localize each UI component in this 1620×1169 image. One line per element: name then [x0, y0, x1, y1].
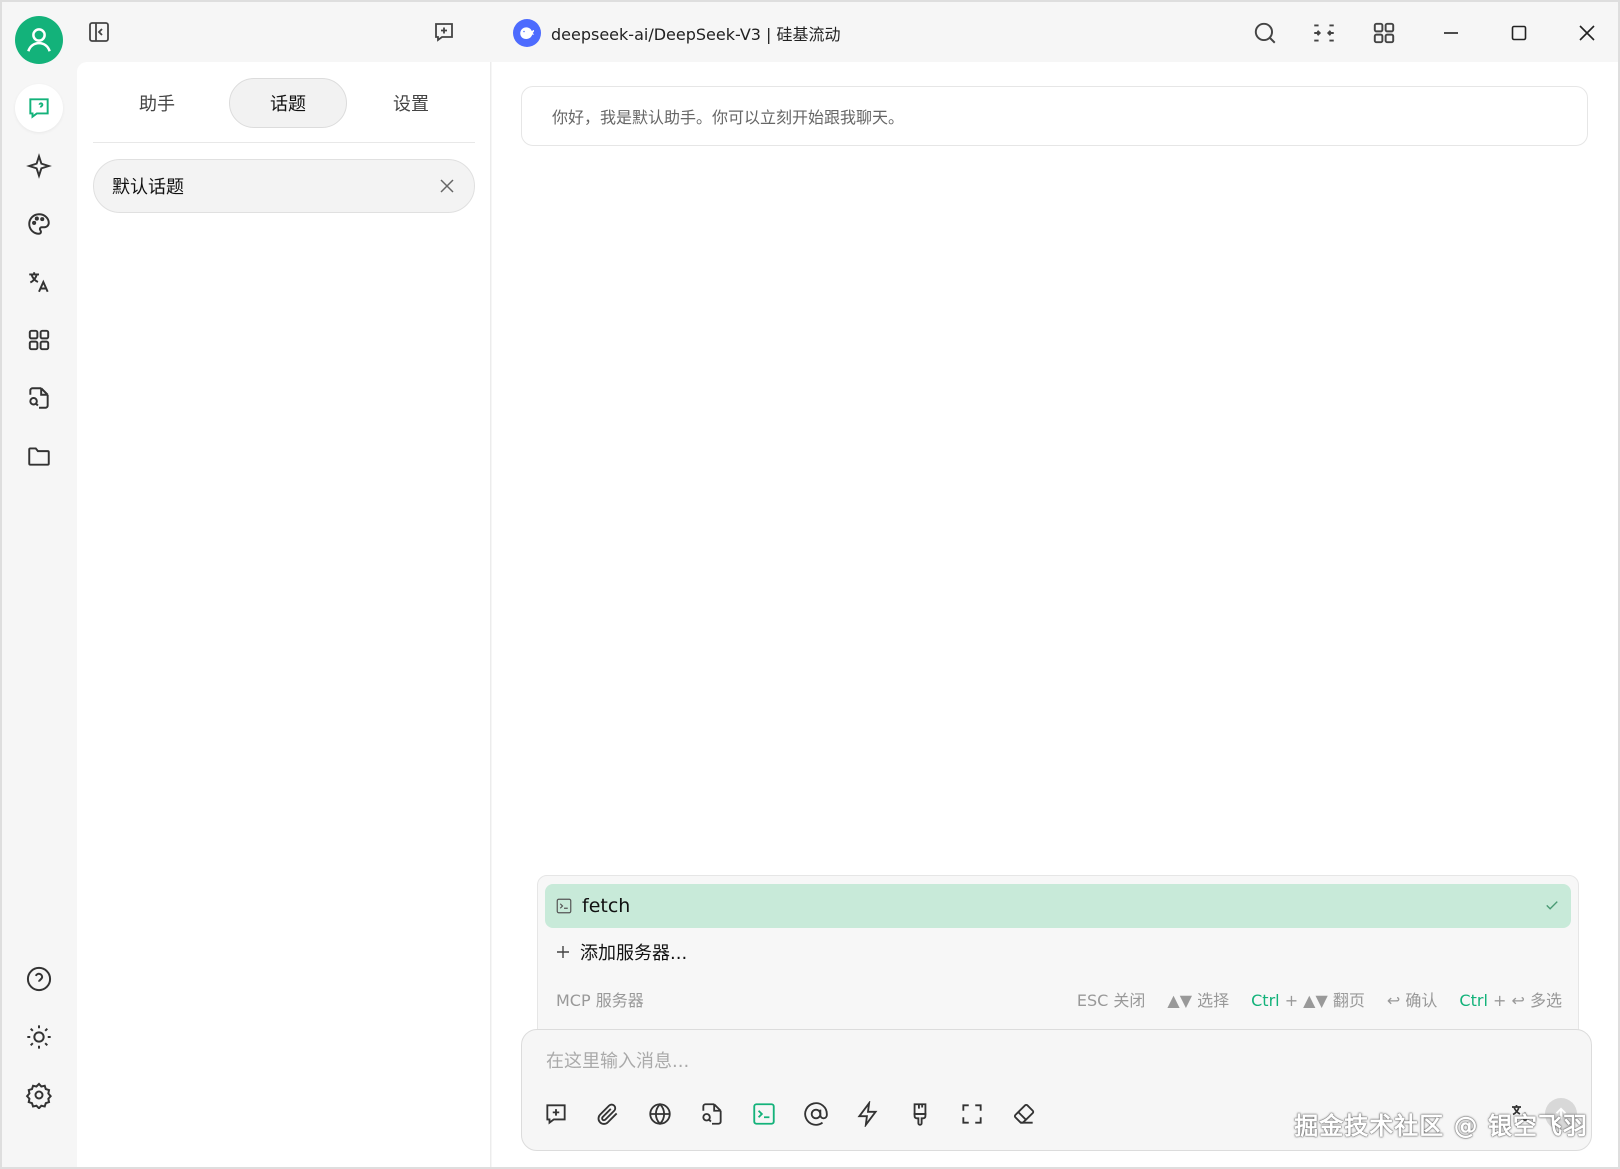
delete-topic-button[interactable]: [434, 173, 460, 199]
mcp-tool[interactable]: [746, 1096, 782, 1132]
minimize-icon: [1444, 32, 1458, 34]
globe-icon: [649, 1102, 671, 1126]
clear-messages-tool[interactable]: [1006, 1096, 1042, 1132]
app-window: deepseek-ai/DeepSeek-V3 | 硅基流动 助手 话题 设置 …: [0, 0, 1620, 1169]
quick-phrases-tool[interactable]: [850, 1096, 886, 1132]
expand-icon: [962, 1104, 982, 1124]
at-sign-icon: [804, 1102, 828, 1126]
expand-width-icon: [1314, 24, 1334, 42]
close-icon: [440, 179, 454, 193]
fullscreen-tool[interactable]: [954, 1096, 990, 1132]
title-bar: deepseek-ai/DeepSeek-V3 | 硅基流动: [2, 2, 1618, 64]
nav-paint[interactable]: [15, 200, 63, 248]
toggle-sidebar-button[interactable]: [82, 15, 116, 49]
user-icon: [27, 28, 51, 52]
mcp-popup-title: MCP 服务器: [556, 991, 644, 1010]
apps-grid-icon: [28, 329, 50, 351]
mcp-server-item[interactable]: fetch: [545, 884, 1571, 928]
nav-files[interactable]: [15, 432, 63, 480]
chat-icon: [29, 98, 49, 119]
tab-settings[interactable]: 设置: [357, 78, 465, 128]
translate-icon: [29, 272, 49, 293]
topics-panel: 助手 话题 设置 默认话题: [77, 62, 491, 1167]
sun-icon: [27, 1025, 51, 1049]
new-chat-icon: [435, 23, 453, 42]
file-search-icon: [29, 387, 49, 409]
hint-page: Ctrl + ▲▼ 翻页: [1251, 991, 1365, 1010]
folder-icon: [28, 447, 50, 466]
topic-label: 默认话题: [112, 177, 184, 198]
nav-mini-apps[interactable]: [15, 316, 63, 364]
web-search-tool[interactable]: [642, 1096, 678, 1132]
sidebar-collapse-icon: [89, 22, 109, 42]
palette-icon: [28, 213, 50, 235]
mcp-server-name: fetch: [582, 895, 631, 917]
deepseek-logo-icon: [513, 19, 541, 47]
hint-confirm: ↩ 确认: [1386, 991, 1438, 1010]
gear-icon: [25, 1082, 52, 1109]
model-title-text: deepseek-ai/DeepSeek-V3 | 硅基流动: [551, 25, 841, 44]
nav-rail: [2, 62, 76, 1167]
lightning-icon: [857, 1101, 878, 1127]
nav-settings[interactable]: [15, 1071, 63, 1119]
hint-multi-select: Ctrl + ↩ 多选: [1459, 991, 1562, 1010]
terminal-icon: [753, 1103, 775, 1125]
new-topic-button[interactable]: [427, 15, 461, 49]
hint-close: ESC 关闭: [1076, 991, 1146, 1010]
topic-item[interactable]: 默认话题: [93, 159, 475, 213]
attach-tool[interactable]: [590, 1096, 626, 1132]
mcp-popup-footer: MCP 服务器 ESC 关闭 ▲▼ 选择 Ctrl + ▲▼ 翻页 ↩ 确认 C…: [556, 982, 1562, 1016]
terminal-icon: [556, 898, 572, 914]
help-icon: [26, 966, 52, 992]
nav-knowledge[interactable]: [15, 374, 63, 422]
knowledge-tool[interactable]: [694, 1096, 730, 1132]
nav-chat[interactable]: [15, 84, 63, 132]
new-topic-tool[interactable]: [538, 1096, 574, 1132]
add-server-label: 添加服务器...: [580, 943, 688, 964]
add-server-button[interactable]: 添加服务器...: [555, 934, 687, 970]
paintbrush-icon: [913, 1103, 927, 1126]
tab-assistants[interactable]: 助手: [103, 78, 211, 128]
nav-help[interactable]: [15, 955, 63, 1003]
welcome-message: 你好，我是默认助手。你可以立刻开始跟我聊天。: [521, 86, 1588, 146]
panel-tabs: 助手 话题 设置: [93, 78, 475, 128]
chat-area: 你好，我是默认助手。你可以立刻开始跟我聊天。 fetch 添加服务器... MC…: [492, 62, 1618, 1167]
search-button[interactable]: [1248, 16, 1282, 50]
search-icon: [1254, 22, 1276, 44]
maximize-icon: [1511, 25, 1527, 41]
eraser-icon: [1013, 1103, 1035, 1124]
close-icon: [1579, 25, 1595, 41]
whale-icon: [520, 27, 535, 39]
nav-agents[interactable]: [15, 142, 63, 190]
narrow-mode-button[interactable]: [1307, 16, 1341, 50]
mention-model-tool[interactable]: [798, 1096, 834, 1132]
nav-translate[interactable]: [15, 258, 63, 306]
check-icon: [1543, 896, 1561, 914]
mcp-server-popup: fetch 添加服务器... MCP 服务器 ESC 关闭 ▲▼ 选择 Ctrl…: [537, 875, 1579, 1045]
watermark: 掘金技术社区 @ 银空飞羽: [1294, 1112, 1588, 1140]
tabs-divider: [93, 142, 475, 143]
hint-select: ▲▼ 选择: [1167, 991, 1230, 1010]
new-chat-icon: [546, 1104, 566, 1125]
avatar[interactable]: [15, 16, 63, 64]
close-window-button[interactable]: [1570, 16, 1604, 50]
grid-icon: [1373, 22, 1395, 44]
clear-context-tool[interactable]: [902, 1096, 938, 1132]
nav-theme[interactable]: [15, 1013, 63, 1061]
file-search-icon: [702, 1103, 722, 1125]
paperclip-icon: [597, 1103, 618, 1125]
tab-topics[interactable]: 话题: [229, 78, 347, 128]
apps-button[interactable]: [1367, 16, 1401, 50]
model-title[interactable]: deepseek-ai/DeepSeek-V3 | 硅基流动: [513, 18, 841, 48]
message-input[interactable]: [546, 1046, 1446, 1076]
sparkle-icon: [26, 153, 52, 179]
plus-icon: [557, 946, 569, 958]
minimize-button[interactable]: [1434, 16, 1468, 50]
maximize-button[interactable]: [1502, 16, 1536, 50]
